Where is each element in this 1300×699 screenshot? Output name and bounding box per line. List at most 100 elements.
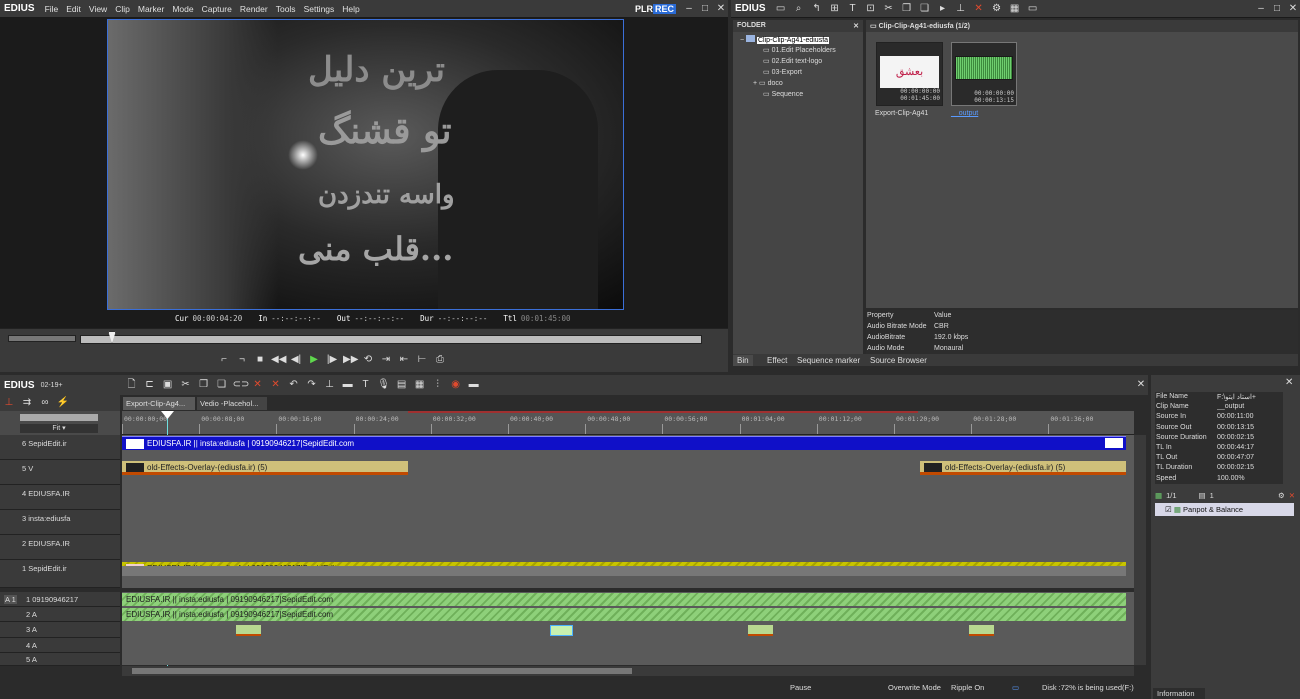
magnet-icon[interactable]: ⚡ [56, 396, 70, 410]
export-icon[interactable]: ⎙ [433, 353, 447, 367]
audio-icon[interactable]: ▤ [395, 378, 409, 392]
tab-sequence-marker[interactable]: Sequence marker [793, 355, 864, 366]
ripple-delete-icon[interactable]: ✕ [269, 378, 283, 392]
menu-file[interactable]: File [41, 4, 63, 14]
clip-thumb-output[interactable]: 00:00:00:00 00:00:13:15 [951, 42, 1017, 106]
bin-minimize-icon[interactable]: – [1254, 2, 1268, 16]
match-frame-icon[interactable]: ⊢ [415, 353, 429, 367]
save-icon[interactable]: ▣ [161, 378, 175, 392]
timeline-close-icon[interactable]: ✕ [1134, 378, 1148, 392]
tree-item-sequence[interactable]: ▭ Sequence [763, 90, 803, 98]
bin-maximize-icon[interactable]: □ [1270, 2, 1284, 16]
send-player-icon[interactable]: ▸ [936, 2, 950, 16]
menu-clip[interactable]: Clip [111, 4, 134, 14]
audio-clip-small[interactable] [969, 625, 994, 636]
bin-close-icon[interactable]: ✕ [1286, 2, 1300, 16]
step-back-icon[interactable]: ◀| [289, 353, 303, 367]
set-out-icon[interactable]: ¬ [235, 353, 249, 367]
sequence-tab-2[interactable]: Vedio -Placehol... [197, 397, 267, 410]
up-folder-icon[interactable]: ↰ [810, 2, 824, 16]
clip-a2[interactable]: EDIUSFA.IR || insta:ediusfa | 0919094621… [122, 608, 1126, 621]
sequence-tab-1[interactable]: Export-Clip-Ag4... [123, 397, 195, 410]
close-icon[interactable]: ✕ [714, 2, 728, 16]
rewind-icon[interactable]: ◀◀ [271, 353, 286, 367]
rec-toggle[interactable]: REC [652, 3, 676, 14]
sync-icon[interactable]: ⇉ [20, 396, 34, 410]
title-icon[interactable]: T [359, 378, 373, 392]
track-head-a4[interactable]: 4 A [0, 638, 120, 653]
shuttle-slider[interactable] [8, 335, 76, 342]
play-icon[interactable]: ▶ [307, 353, 321, 367]
clip-overlay-2[interactable]: old-Effects-Overlay-(ediusfa.ir) (5) [920, 461, 1126, 475]
fast-forward-icon[interactable]: ▶▶ [343, 353, 358, 367]
track-head-a3[interactable]: 3 A [0, 622, 120, 638]
delete-icon[interactable]: ✕ [972, 2, 986, 16]
effect-item-panpot[interactable]: ☑ ▦ Panpot & Balance [1155, 503, 1294, 516]
loop-icon[interactable]: ⟲ [361, 353, 375, 367]
cut-icon[interactable]: ✂ [882, 2, 896, 16]
track-head-v5[interactable]: 5 V [0, 460, 120, 485]
track-head-v1[interactable]: 1 SepidEdit.ir [0, 560, 120, 588]
track-head-v4[interactable]: 4 EDIUSFA.IR [0, 485, 120, 510]
menu-help[interactable]: Help [338, 4, 363, 14]
effect-settings-icon[interactable]: ⚙ [1278, 491, 1285, 500]
layout-icon[interactable]: ▬ [467, 378, 481, 392]
clip-text-title[interactable]: EDIUSFA.IR || insta:ediusfa | 0919094621… [122, 436, 1126, 450]
menu-edit[interactable]: Edit [62, 4, 85, 14]
link-icon[interactable]: ⊂⊃ [233, 378, 250, 392]
render-icon[interactable]: ◉ [449, 378, 463, 392]
new-sequence-icon[interactable]: 🗋 [125, 378, 139, 392]
menu-marker[interactable]: Marker [134, 4, 168, 14]
menu-view[interactable]: View [85, 4, 111, 14]
tab-effect[interactable]: Effect [763, 355, 791, 366]
menu-mode[interactable]: Mode [168, 4, 197, 14]
folder-icon[interactable]: ▭ [774, 2, 788, 16]
paste-icon[interactable]: ❏ [215, 378, 229, 392]
search-icon[interactable]: ⌕ [792, 2, 806, 16]
menu-tools[interactable]: Tools [272, 4, 300, 14]
redo-icon[interactable]: ↷ [305, 378, 319, 392]
grid-icon[interactable]: ▦ [413, 378, 427, 392]
fit-select[interactable]: Fit ▾ [20, 424, 98, 433]
clip-a1[interactable]: EDIUSFA.IR || insta:ediusfa | 0919094621… [122, 593, 1126, 606]
tree-item-text-logo[interactable]: ▭ 02.Edit text-logo [763, 57, 822, 65]
menu-settings[interactable]: Settings [300, 4, 339, 14]
delete-icon[interactable]: ✕ [251, 378, 265, 392]
timeline-vscroll[interactable] [1134, 435, 1146, 665]
set-in-icon[interactable]: ⌐ [217, 353, 231, 367]
clip-overlay-1[interactable]: old-Effects-Overlay-(ediusfa.ir) (5) [122, 461, 408, 475]
menu-capture[interactable]: Capture [198, 4, 236, 14]
track-head-v3[interactable]: 3 insta:ediusfa [0, 510, 120, 535]
insert-icon[interactable]: ⇥ [379, 353, 393, 367]
copy-icon[interactable]: ❐ [197, 378, 211, 392]
audio-clip-small[interactable] [236, 625, 261, 636]
transition-icon[interactable]: ▬ [341, 378, 355, 392]
effect-checkbox[interactable]: ☑ [1165, 505, 1172, 514]
info-tab[interactable]: Information [1153, 688, 1205, 699]
menu-render[interactable]: Render [236, 4, 272, 14]
mixer-icon[interactable]: ⫶ [431, 378, 445, 392]
audio-clip-small-selected[interactable] [550, 625, 573, 636]
undo-icon[interactable]: ↶ [287, 378, 301, 392]
add-timeline-icon[interactable]: ⊥ [954, 2, 968, 16]
tree-item-doco[interactable]: + ▭ doco [753, 79, 783, 87]
tab-bin[interactable]: Bin [733, 355, 753, 366]
title-icon[interactable]: T [846, 2, 860, 16]
add-cut-icon[interactable]: ⊥ [323, 378, 337, 392]
scrub-bar[interactable] [80, 335, 702, 344]
track-head-a2[interactable]: 2 A [0, 607, 120, 622]
copy-icon[interactable]: ❐ [900, 2, 914, 16]
mic-icon[interactable]: 🎙 [377, 378, 391, 392]
timeline-hscroll[interactable] [122, 666, 1134, 676]
folder-close-icon[interactable]: ✕ [853, 22, 859, 30]
track-head-v2[interactable]: 2 EDIUSFA.IR [0, 535, 120, 560]
tab-source-browser[interactable]: Source Browser [866, 355, 931, 366]
info-close-icon[interactable]: ✕ [1285, 377, 1293, 388]
maximize-icon[interactable]: □ [698, 2, 712, 16]
view-mode-icon[interactable]: ▦ [1008, 2, 1022, 16]
zoom-slider[interactable] [20, 414, 98, 421]
new-folder-icon[interactable]: ⊞ [828, 2, 842, 16]
minimize-icon[interactable]: – [682, 2, 696, 16]
cut-icon[interactable]: ✂ [179, 378, 193, 392]
tree-item-placeholders[interactable]: ▭ 01.Edit Placeholders [763, 46, 836, 54]
